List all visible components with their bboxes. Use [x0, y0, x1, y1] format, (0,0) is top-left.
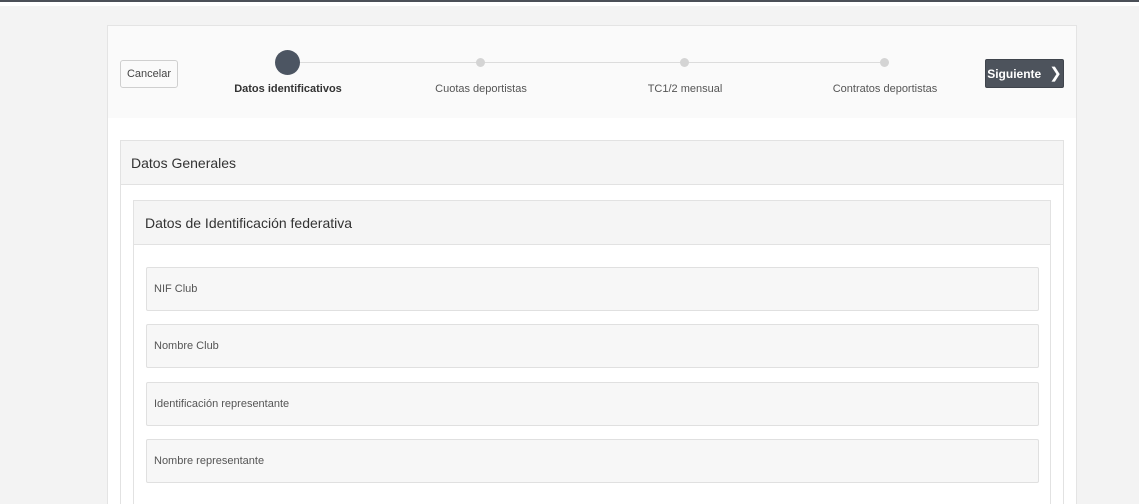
stepper-track — [278, 62, 880, 63]
step-label: TC1/2 mensual — [647, 83, 723, 95]
step-contratos-deportistas[interactable]: Contratos deportistas — [805, 26, 965, 118]
general-data-panel: Datos Generales Datos de Identificación … — [120, 140, 1064, 504]
next-button[interactable]: Siguiente ❯ — [985, 59, 1064, 88]
nombre-club-input[interactable] — [146, 324, 1039, 368]
step-datos-identificativos[interactable]: Datos identificativos — [208, 26, 368, 118]
window-top-border — [0, 0, 1139, 6]
federative-id-panel: Datos de Identificación federativa — [133, 200, 1051, 504]
nombre-representante-input[interactable] — [146, 439, 1039, 483]
chevron-right-icon: ❯ — [1049, 65, 1062, 82]
subpanel-title: Datos de Identificación federativa — [134, 201, 1050, 245]
step-tc12-mensual[interactable]: TC1/2 mensual — [605, 26, 765, 118]
next-button-label: Siguiente — [987, 66, 1042, 81]
step-label: Datos identificativos — [234, 83, 342, 95]
step-label: Cuotas deportistas — [435, 83, 527, 95]
step-indicator — [476, 58, 485, 67]
nif-club-input[interactable] — [146, 267, 1039, 311]
panel-title: Datos Generales — [121, 141, 1063, 185]
form-body: Datos Generales Datos de Identificación … — [108, 118, 1076, 504]
identificacion-representante-input[interactable] — [146, 382, 1039, 426]
step-indicator — [275, 50, 300, 75]
step-cuotas-deportistas[interactable]: Cuotas deportistas — [401, 26, 561, 118]
step-label: Contratos deportistas — [832, 83, 938, 95]
step-indicator — [880, 58, 889, 67]
form-wizard-card: Cancelar Datos identificativos Cuotas de… — [107, 25, 1077, 504]
wizard-stepper: Cancelar Datos identificativos Cuotas de… — [108, 26, 1076, 118]
step-indicator — [680, 58, 689, 67]
cancel-button[interactable]: Cancelar — [120, 60, 178, 88]
